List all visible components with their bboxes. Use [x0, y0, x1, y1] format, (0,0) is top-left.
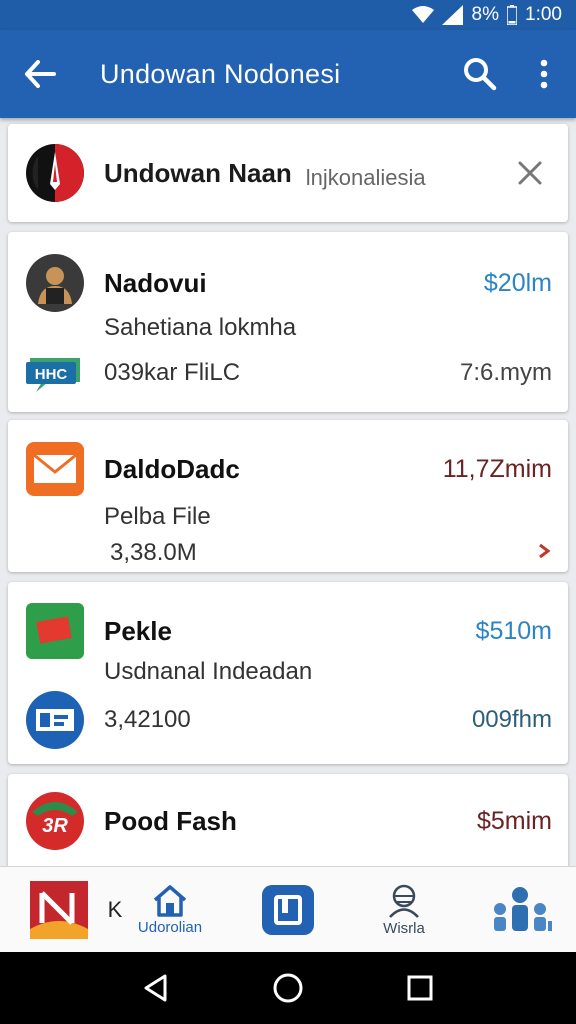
item-meta: 3,38.0M [110, 539, 197, 566]
square-app-icon [262, 885, 314, 935]
item-meta: 039kar FliLC [104, 359, 241, 386]
search-subtitle: lnjkonaliesia [305, 165, 426, 190]
triangle-back-icon [144, 974, 167, 1002]
item-price: 11,7Zmim [442, 454, 552, 483]
item-name: Pekle [104, 615, 172, 646]
id-card-icon [26, 691, 84, 749]
home-icon [153, 884, 187, 917]
item-subtitle: Sahetiana lokmha [104, 314, 297, 341]
item-price: $510m [475, 616, 552, 645]
nav-home-label: Udorolian [137, 918, 203, 936]
item-price: $5mim [476, 806, 552, 835]
item-time: 009fhm [471, 706, 552, 733]
nav-profile-label: K [107, 897, 123, 922]
circle-home-icon [273, 973, 303, 1003]
item-name: Nadovui [104, 267, 207, 298]
more-vert-icon [540, 59, 548, 89]
brand-n-icon [29, 881, 88, 939]
item-time: 7:6.mym [459, 359, 552, 386]
system-recents-button[interactable] [390, 958, 450, 1018]
nav-misc-label: Wisrla [383, 919, 425, 937]
avatar [26, 254, 84, 312]
list-item[interactable]: DaldoDadc 11,7Zmim Pelba File 3,38.0M [8, 420, 568, 572]
wifi-icon [411, 6, 434, 23]
arrow-back-icon [25, 60, 56, 88]
content-area: Undowan Naan lnjkonaliesia Nadovui $20lm… [0, 118, 576, 866]
item-subtitle: Pelba File [104, 503, 211, 530]
item-price: $20lm [483, 268, 552, 297]
nav-profile[interactable]: K [20, 867, 130, 953]
clock: 1:00 [525, 4, 562, 25]
nav-community[interactable] [478, 867, 562, 953]
app-icon [26, 602, 84, 660]
battery-percent: 8% [471, 4, 500, 25]
list-item[interactable]: 3R Pood Fash $5mim [8, 774, 568, 866]
signal-icon [441, 5, 463, 25]
search-title: Undowan Naan [104, 157, 292, 188]
item-meta: 3,42100 [104, 706, 191, 733]
square-recents-icon [407, 975, 433, 1001]
close-icon [518, 161, 542, 185]
chat-badge-icon: HHC [26, 344, 84, 402]
system-home-button[interactable] [258, 958, 318, 1018]
app-bar: Undowan Nodonesi [0, 30, 576, 118]
bottom-nav: K Udorolian Wisrla [0, 866, 576, 952]
item-subtitle: Usdnanal Indeadan [104, 658, 313, 685]
nav-center[interactable] [248, 867, 328, 953]
nav-home[interactable]: Udorolian [128, 867, 212, 953]
close-button[interactable] [510, 153, 550, 193]
search-button[interactable] [448, 30, 512, 118]
system-back-button[interactable] [126, 958, 186, 1018]
community-icon [494, 887, 552, 931]
item-name: Pood Fash [104, 805, 237, 836]
overflow-menu-button[interactable] [512, 30, 576, 118]
list-item[interactable]: Nadovui $20lm Sahetiana lokmha HHC 039ka… [8, 232, 568, 412]
status-bar: 8% 1:00 [0, 0, 576, 30]
chat-badge-text: HHC [35, 366, 68, 383]
person-icon [389, 884, 419, 918]
search-card[interactable]: Undowan Naan lnjkonaliesia [8, 124, 568, 222]
search-icon [464, 58, 497, 91]
page-title: Undowan Nodonesi [100, 58, 341, 89]
brand-logo [26, 144, 84, 202]
nav-misc[interactable]: Wisrla [364, 867, 444, 953]
battery-icon [507, 5, 518, 25]
mail-icon [26, 440, 84, 498]
chevron-right-icon[interactable] [536, 542, 552, 565]
svg-text:3R: 3R [42, 815, 68, 837]
list-item[interactable]: Pekle $510m Usdnanal Indeadan 3,42100 00… [8, 582, 568, 764]
item-name: DaldoDadc [104, 453, 240, 484]
back-button[interactable] [0, 30, 80, 118]
system-nav-bar [0, 952, 576, 1024]
app-logo-icon: 3R [26, 792, 84, 850]
